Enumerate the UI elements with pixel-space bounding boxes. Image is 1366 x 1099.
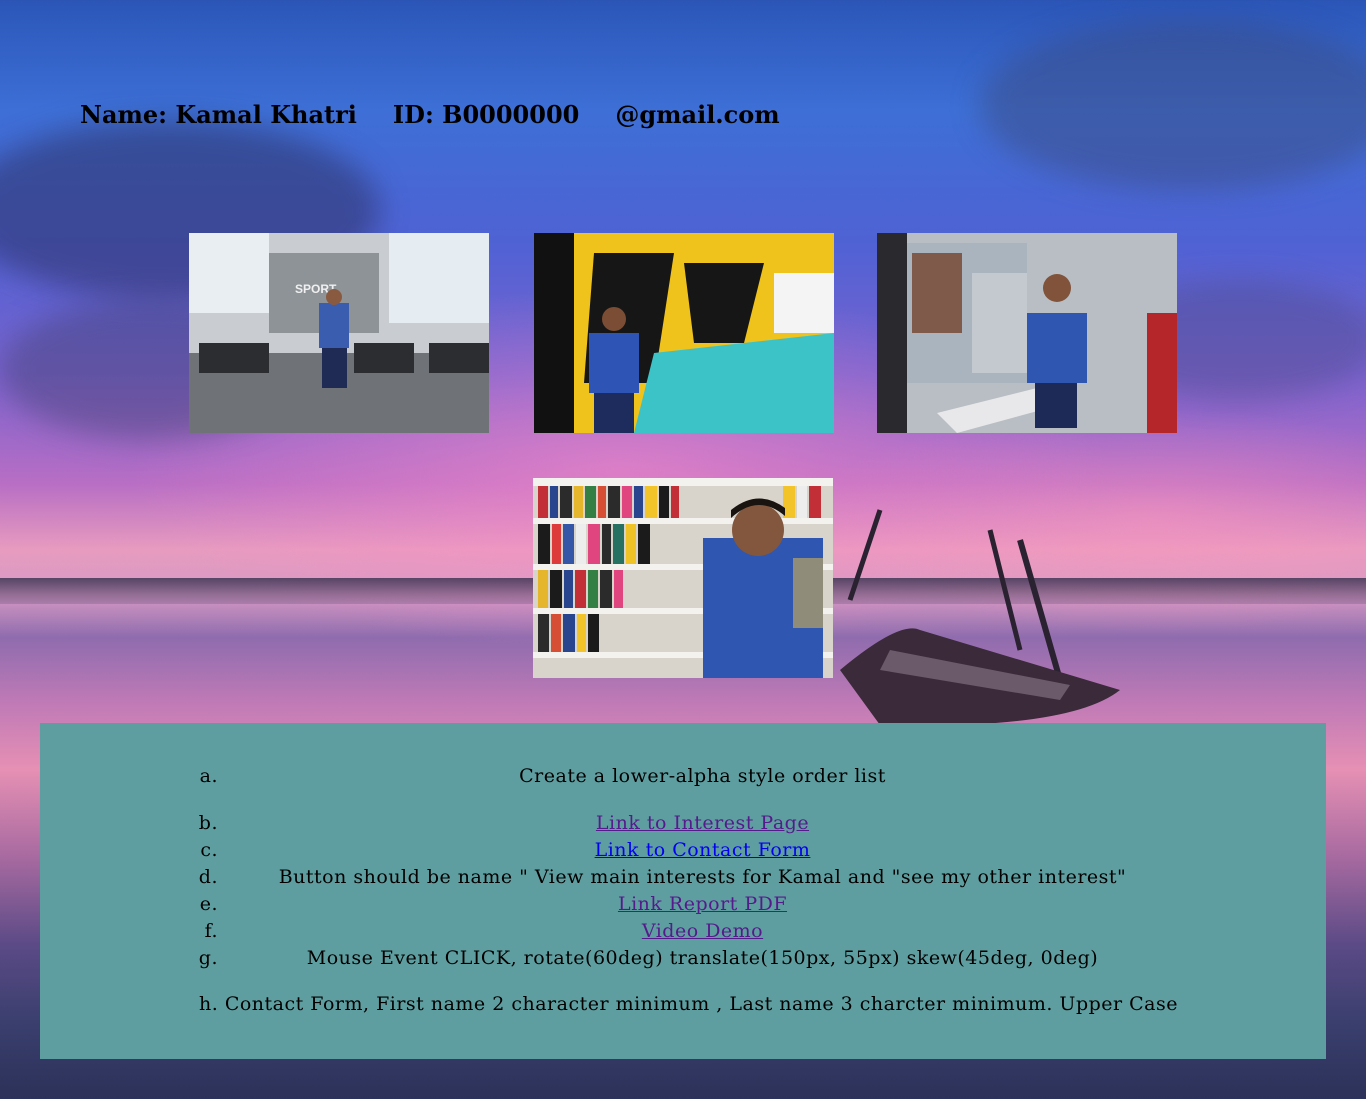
list-marker: f.: [204, 920, 218, 942]
list-marker: b.: [198, 812, 218, 834]
interest-page-link[interactable]: Link to Interest Page: [596, 812, 809, 834]
student-info-header: Name: Kamal Khatri ID: B0000000 @gmail.com: [80, 100, 816, 129]
list-item-text: Button should be name " View main intere…: [278, 866, 1127, 888]
background-boat: [840, 509, 1120, 726]
list-item-contact-form-rules: h. Contact Form, First name 2 character …: [199, 993, 1178, 1015]
mural-photo: [534, 233, 834, 433]
list-item: f. Video Demo: [40, 918, 1326, 945]
list-marker: g.: [198, 947, 218, 969]
report-pdf-link[interactable]: Link Report PDF: [618, 893, 787, 915]
list-item: c. Link to Contact Form: [40, 837, 1326, 864]
list-item-text: Create a lower-alpha style order list: [519, 765, 886, 787]
gym-photo: SPORT: [189, 233, 489, 433]
list-item: g. Mouse Event CLICK, rotate(60deg) tran…: [40, 945, 1326, 972]
student-email: @gmail.com: [615, 100, 780, 129]
list-marker: c.: [200, 839, 218, 861]
window-photo: [877, 233, 1177, 433]
contact-form-link[interactable]: Link to Contact Form: [595, 839, 811, 861]
list-marker: d.: [198, 866, 218, 888]
list-item: e. Link Report PDF: [40, 891, 1326, 918]
list-item: a. Create a lower-alpha style order list: [40, 763, 1326, 790]
list-marker: e.: [199, 893, 218, 915]
student-id: ID: B0000000: [392, 100, 580, 129]
list-item: d. Button should be name " View main int…: [40, 864, 1326, 891]
list-item: b. Link to Interest Page: [40, 810, 1326, 837]
list-item-text: Mouse Event CLICK, rotate(60deg) transla…: [306, 947, 1099, 969]
background-cloud: [980, 20, 1366, 190]
list-marker: a.: [199, 765, 218, 787]
library-photo: [533, 478, 833, 678]
task-list-panel: a. Create a lower-alpha style order list…: [40, 723, 1326, 1059]
student-name: Name: Kamal Khatri: [80, 100, 357, 129]
video-demo-link[interactable]: Video Demo: [642, 920, 763, 942]
